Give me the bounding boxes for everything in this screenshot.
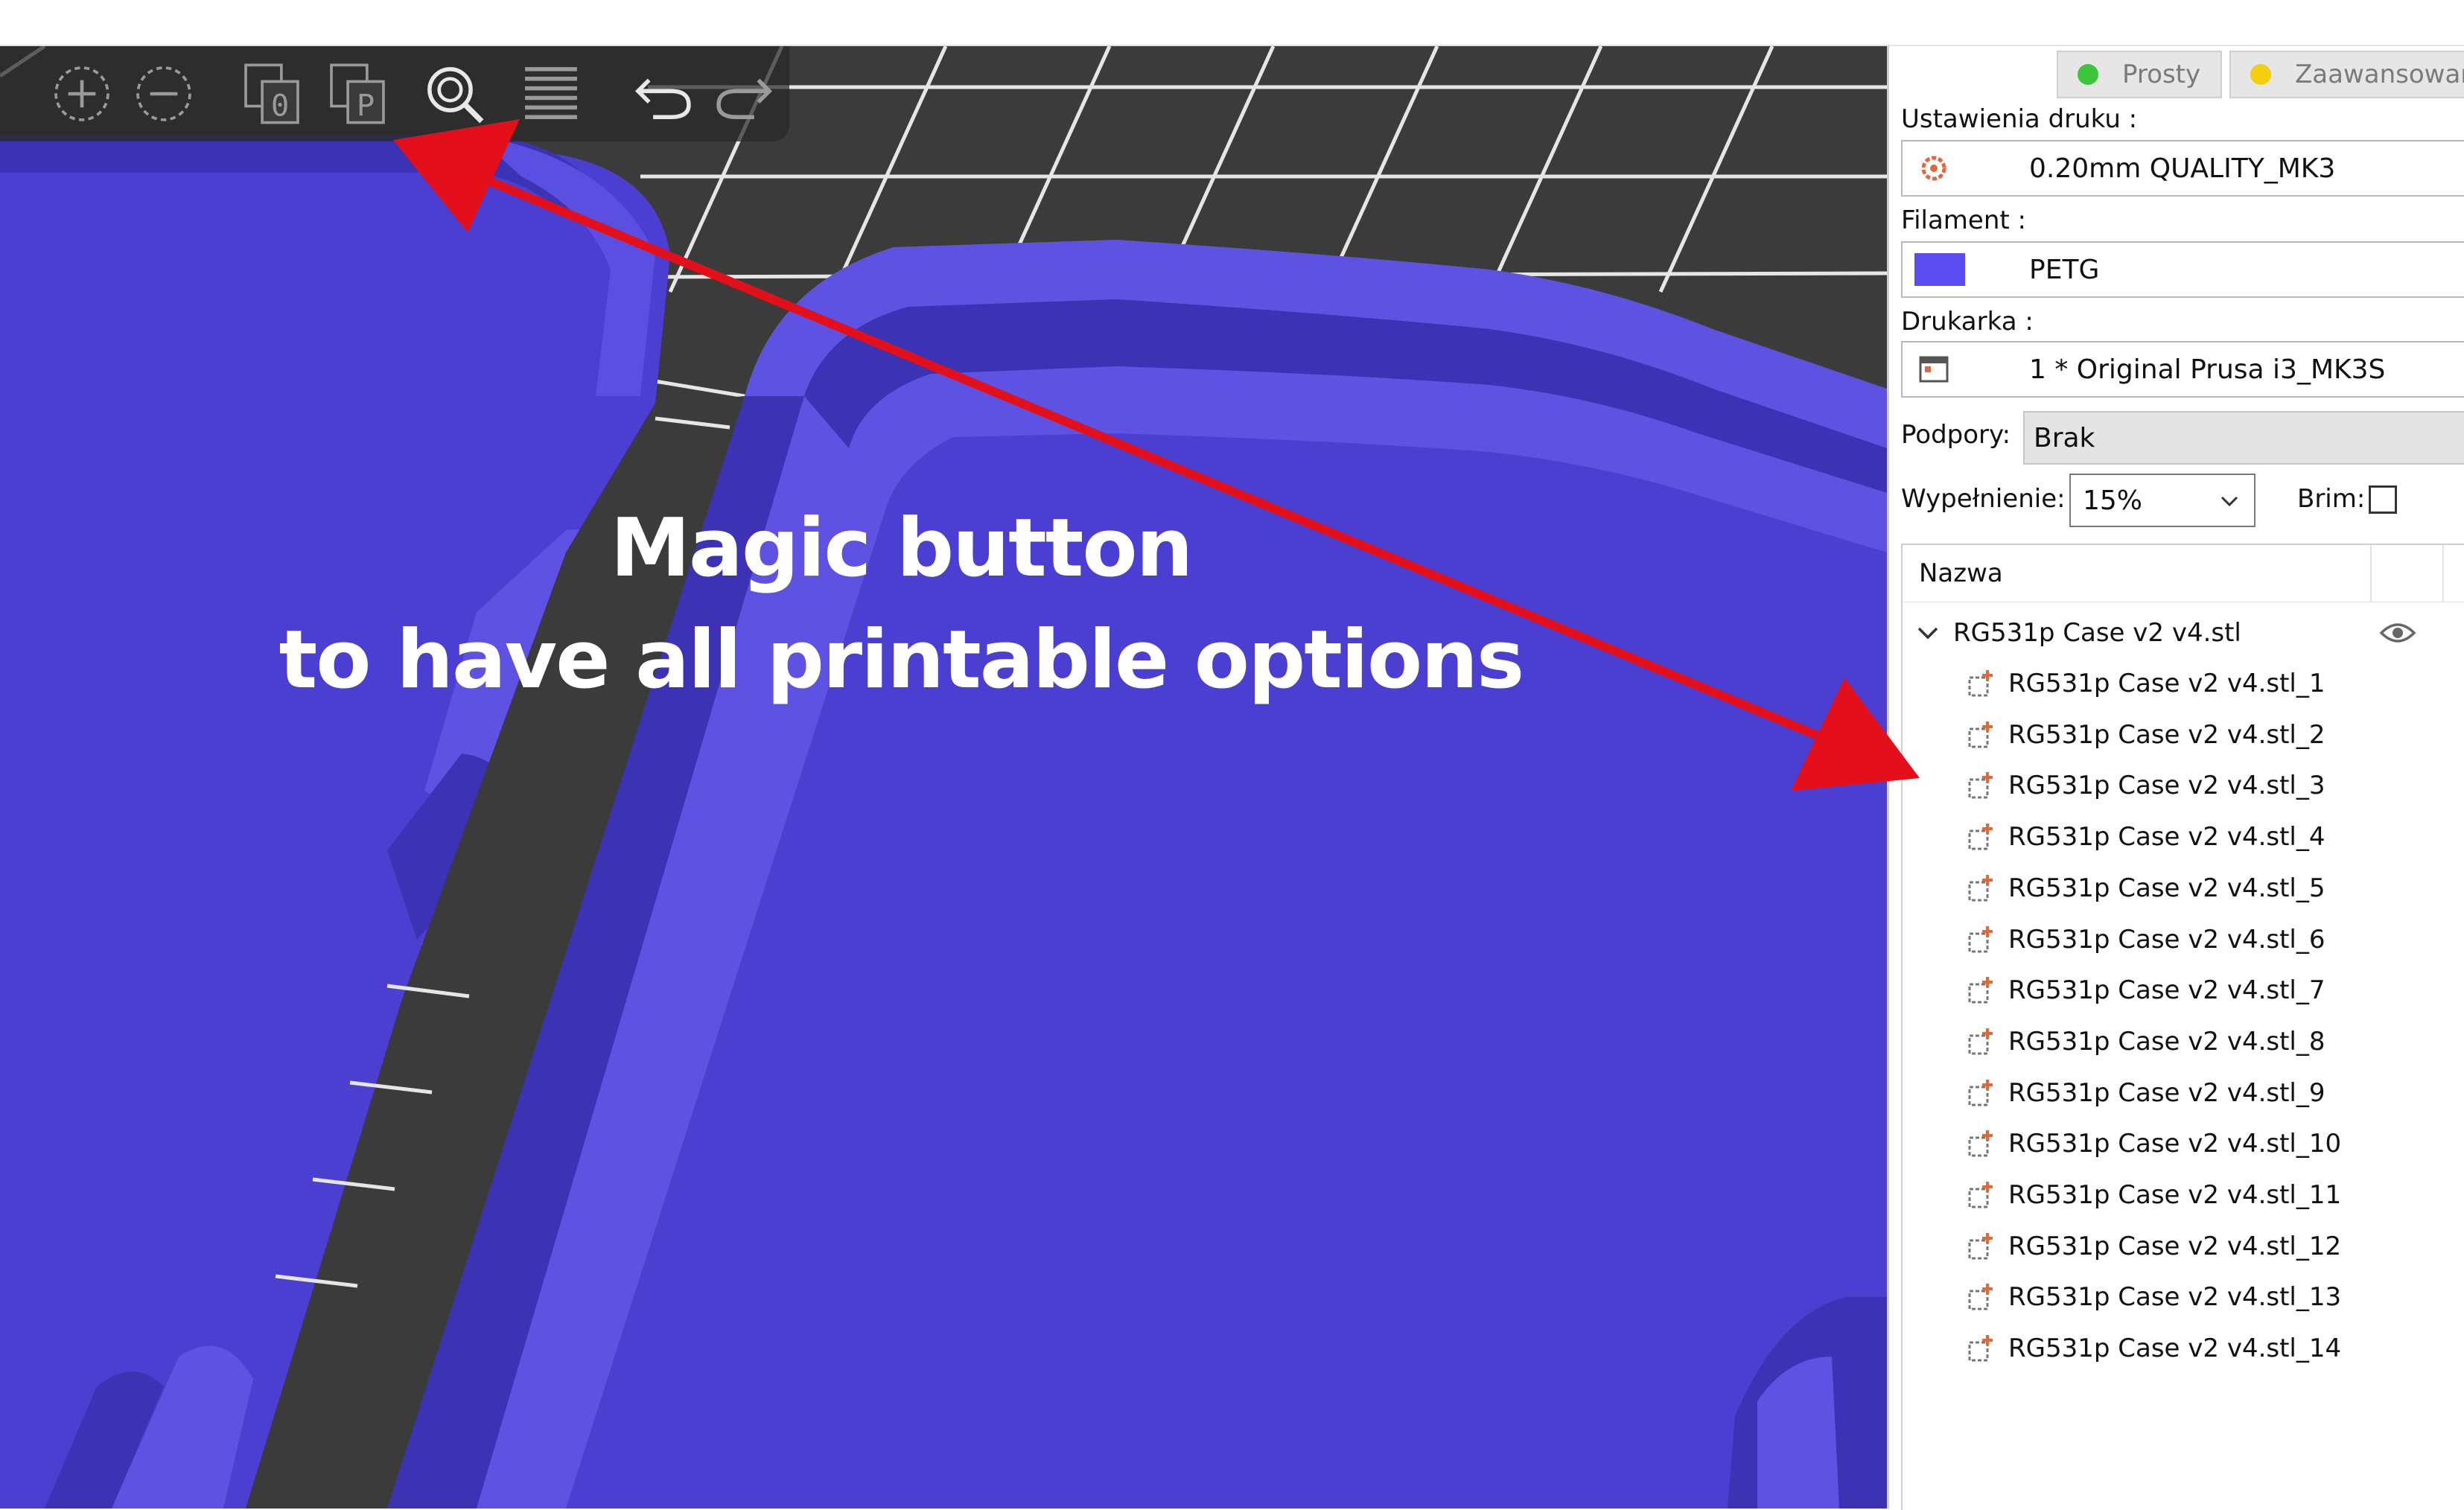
layers-icon[interactable] xyxy=(514,57,588,131)
annotation-line-2: to have all printable options xyxy=(278,614,1525,707)
part-row[interactable]: RG531p Case v2 v4.stl_1 xyxy=(1903,658,2464,709)
filament-color-swatch xyxy=(1903,253,1965,286)
add-icon[interactable] xyxy=(45,57,119,131)
part-name: RG531p Case v2 v4.stl_9 xyxy=(2008,1077,2325,1108)
part-icon xyxy=(1968,1182,1993,1208)
part-name: RG531p Case v2 v4.stl_13 xyxy=(2008,1282,2342,1313)
infill-label: Wypełnienie: xyxy=(1901,484,2066,514)
part-row[interactable]: RG531p Case v2 v4.stl_12 xyxy=(1903,1221,2464,1272)
part-icon xyxy=(1968,1130,1993,1157)
part-row[interactable]: RG531p Case v2 v4.stl_14 xyxy=(1903,1323,2464,1374)
filament-value: PETG xyxy=(2029,254,2100,285)
undo-icon[interactable] xyxy=(625,57,700,131)
part-name: RG531p Case v2 v4.stl_1 xyxy=(2008,669,2325,698)
right-sidebar: Prosty Zaawansowan Ustawienia druku : 0.… xyxy=(1887,46,2464,1510)
part-icon xyxy=(1968,772,1993,799)
arrange-icon[interactable]: 0 xyxy=(235,57,309,131)
chevron-down-icon xyxy=(2221,496,2238,507)
part-icon xyxy=(1968,1079,1993,1106)
part-row[interactable]: RG531p Case v2 v4.stl_6 xyxy=(1903,914,2464,965)
print-settings-value: 0.20mm QUALITY_MK3 xyxy=(2029,153,2336,184)
mode-simple-button[interactable]: Prosty xyxy=(2057,51,2222,98)
printer-icon xyxy=(1903,353,1965,386)
part-row[interactable]: RG531p Case v2 v4.stl_8 xyxy=(1903,1016,2464,1067)
print-settings-icon xyxy=(1903,152,1965,185)
part-name: RG531p Case v2 v4.stl_6 xyxy=(2008,924,2325,955)
part-icon xyxy=(1968,874,1993,902)
object-name: RG531p Case v2 v4.stl xyxy=(1953,618,2241,648)
redo-icon[interactable] xyxy=(707,57,782,131)
brim-checkbox[interactable] xyxy=(2369,485,2397,514)
part-icon xyxy=(1968,926,1993,952)
infill-value: 15% xyxy=(2083,485,2143,516)
mode-simple-indicator xyxy=(2078,64,2098,85)
part-name: RG531p Case v2 v4.stl_3 xyxy=(2008,771,2325,801)
mode-advanced-label: Zaawansowan xyxy=(2295,60,2464,89)
chevron-down-icon[interactable] xyxy=(1913,618,1943,648)
print-settings-combo[interactable]: 0.20mm QUALITY_MK3 xyxy=(1901,140,2464,197)
object-list-header: Nazwa xyxy=(1903,545,2464,602)
part-row[interactable]: RG531p Case v2 v4.stl_7 xyxy=(1903,965,2464,1016)
object-row[interactable]: RG531p Case v2 v4.stl xyxy=(1903,608,2464,658)
mode-advanced-indicator xyxy=(2250,64,2271,85)
top-strip xyxy=(0,0,2464,46)
part-name: RG531p Case v2 v4.stl_11 xyxy=(2008,1180,2342,1210)
mode-advanced-button[interactable]: Zaawansowan xyxy=(2229,51,2464,98)
3d-viewport[interactable]: 0 P Magic button to have all printable o… xyxy=(0,46,1887,1509)
part-name: RG531p Case v2 v4.stl_5 xyxy=(2008,873,2325,903)
annotation-text: Magic button to have all printable optio… xyxy=(223,493,1579,716)
part-row[interactable]: RG531p Case v2 v4.stl_11 xyxy=(1903,1170,2464,1220)
svg-text:P: P xyxy=(357,87,375,123)
print-settings-label: Ustawienia druku : xyxy=(1901,104,2138,134)
column-divider xyxy=(2442,545,2444,602)
svg-text:0: 0 xyxy=(271,87,289,123)
scene-render xyxy=(0,46,1887,1509)
part-icon xyxy=(1968,824,1993,850)
part-row[interactable]: RG531p Case v2 v4.stl_2 xyxy=(1903,710,2464,760)
part-name: RG531p Case v2 v4.stl_2 xyxy=(2008,719,2325,750)
object-list: Nazwa RG531p Case v2 v4.stl RG531p Case … xyxy=(1901,544,2464,1510)
place-on-face-icon[interactable]: P xyxy=(320,57,395,131)
part-row[interactable]: RG531p Case v2 v4.stl_5 xyxy=(1903,863,2464,914)
part-icon xyxy=(1968,1335,1993,1362)
part-icon xyxy=(1968,1232,1993,1260)
column-divider xyxy=(2370,545,2372,602)
part-name: RG531p Case v2 v4.stl_4 xyxy=(2008,822,2325,853)
part-name: RG531p Case v2 v4.stl_7 xyxy=(2008,975,2325,1006)
delete-icon[interactable] xyxy=(127,57,201,131)
infill-select[interactable]: 15% xyxy=(2069,474,2256,527)
supports-label: Podpory: xyxy=(1901,420,2011,450)
part-name: RG531p Case v2 v4.stl_14 xyxy=(2008,1334,2342,1364)
part-row[interactable]: RG531p Case v2 v4.stl_9 xyxy=(1903,1068,2464,1118)
eye-icon[interactable] xyxy=(2379,619,2416,646)
part-row[interactable]: RG531p Case v2 v4.stl_13 xyxy=(1903,1272,2464,1322)
part-icon xyxy=(1968,1028,1993,1055)
printer-combo[interactable]: 1 * Original Prusa i3_MK3S xyxy=(1901,341,2464,398)
part-icon xyxy=(1968,670,1993,697)
part-name: RG531p Case v2 v4.stl_10 xyxy=(2008,1129,2342,1159)
part-icon xyxy=(1968,977,1993,1004)
search-icon[interactable] xyxy=(417,57,491,131)
brim-label: Brim: xyxy=(2297,484,2366,514)
printer-value: 1 * Original Prusa i3_MK3S xyxy=(2029,354,2386,385)
filament-label: Filament : xyxy=(1901,206,2026,235)
part-row[interactable]: RG531p Case v2 v4.stl_10 xyxy=(1903,1118,2464,1169)
filament-combo[interactable]: PETG xyxy=(1901,241,2464,298)
part-icon xyxy=(1968,721,1993,748)
part-name: RG531p Case v2 v4.stl_12 xyxy=(2008,1231,2342,1261)
part-row[interactable]: RG531p Case v2 v4.stl_4 xyxy=(1903,812,2464,862)
printer-label: Drukarka : xyxy=(1901,307,2034,337)
viewport-toolbar: 0 P xyxy=(0,46,789,141)
supports-combo[interactable]: Brak xyxy=(2023,411,2464,465)
column-header-name: Nazwa xyxy=(1919,558,2003,588)
mode-simple-label: Prosty xyxy=(2122,60,2201,89)
part-row[interactable]: RG531p Case v2 v4.stl_3 xyxy=(1903,760,2464,811)
part-icon xyxy=(1968,1284,1993,1310)
part-name: RG531p Case v2 v4.stl_8 xyxy=(2008,1026,2325,1057)
annotation-line-1: Magic button xyxy=(610,502,1194,595)
